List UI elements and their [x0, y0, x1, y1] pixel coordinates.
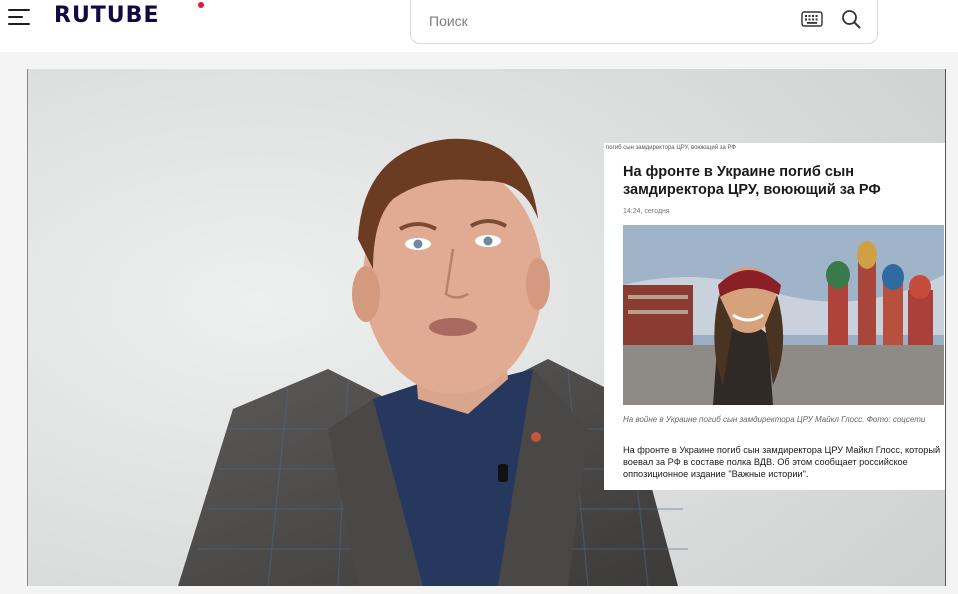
- news-time: 14:24, сегодня: [623, 208, 670, 215]
- news-tag: погиб сын замдиректора ЦРУ, воюющий за Р…: [606, 145, 736, 151]
- hamburger-menu-icon[interactable]: [8, 6, 32, 28]
- news-photo-caption: На войне в Украине погиб сын замдиректор…: [623, 415, 926, 424]
- news-screenshot-card: погиб сын замдиректора ЦРУ, воюющий за Р…: [604, 143, 945, 490]
- search-bar: [410, 0, 878, 44]
- video-player[interactable]: погиб сын замдиректора ЦРУ, воюющий за Р…: [27, 69, 946, 586]
- search-input[interactable]: [427, 8, 791, 34]
- keyboard-icon[interactable]: [801, 11, 823, 27]
- search-icon[interactable]: [841, 9, 861, 29]
- logo-accent-dot: [198, 2, 204, 8]
- top-header: RUTUBE: [0, 0, 958, 52]
- news-body-text: На фронте в Украине погиб сын замдиректо…: [623, 445, 941, 479]
- news-headline: На фронте в Украине погиб сын замдиректо…: [623, 164, 881, 198]
- rutube-logo[interactable]: RUTUBE: [54, 3, 159, 28]
- news-photo: [623, 225, 944, 405]
